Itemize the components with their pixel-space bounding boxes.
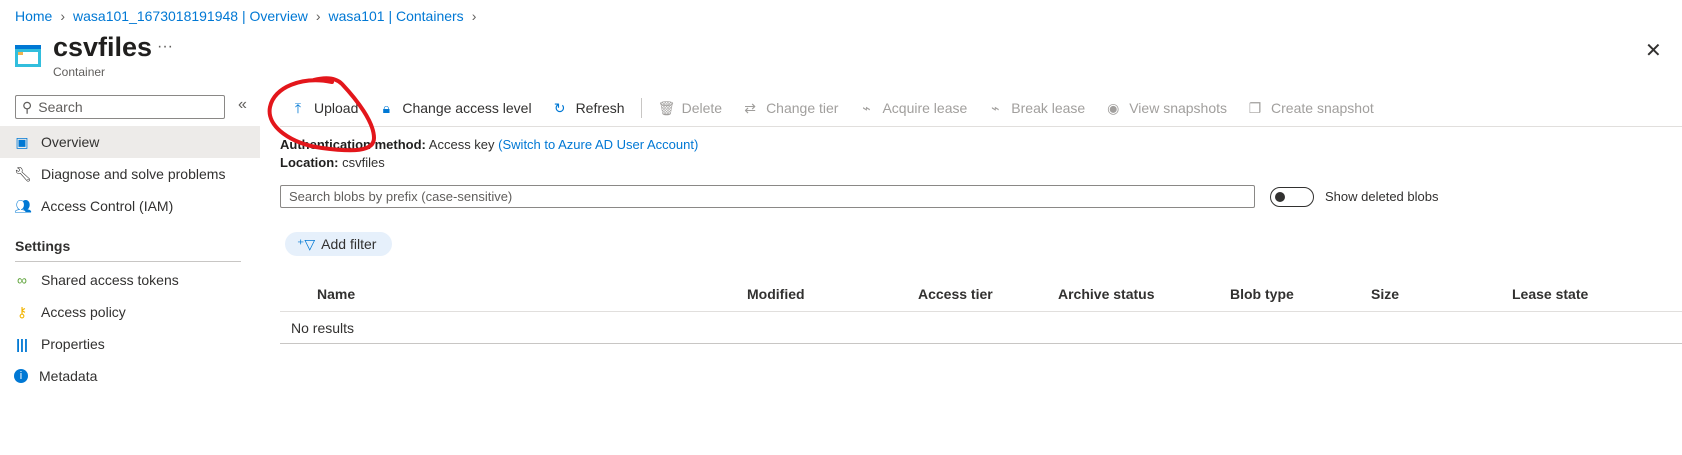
delete-button[interactable]: 🗑︎ Delete — [648, 96, 732, 120]
empty-message: No results — [291, 320, 355, 336]
overview-icon: ▣ — [15, 133, 29, 150]
label: Change tier — [766, 100, 839, 116]
properties-icon: ||| — [16, 336, 28, 352]
label: Acquire lease — [882, 100, 968, 116]
change-tier-button[interactable]: ⇄ Change tier — [732, 96, 848, 120]
label: Overview — [41, 134, 100, 150]
show-deleted-label: Show deleted blobs — [1325, 189, 1439, 204]
page-subtitle: Container — [53, 65, 106, 79]
breadcrumb-home[interactable]: Home — [15, 8, 52, 24]
swap-icon: ⇄ — [744, 99, 756, 116]
key-icon: ⚷ — [16, 303, 28, 320]
label: Shared access tokens — [41, 272, 179, 288]
close-button[interactable]: ✕ — [1645, 38, 1662, 63]
column-header-modified[interactable]: Modified — [747, 286, 805, 302]
unplug-icon: ⌁ — [991, 99, 1000, 116]
table-divider — [280, 343, 1682, 344]
label: Properties — [41, 336, 105, 352]
wrench-icon: 🔧︎ — [14, 165, 32, 182]
breadcrumb-containers[interactable]: wasa101 | Containers — [329, 8, 464, 24]
column-header-archive-status[interactable]: Archive status — [1058, 286, 1154, 302]
view-snapshots-button[interactable]: ◉ View snapshots — [1095, 96, 1237, 120]
sidebar-nav: ▣ Overview 🔧︎ Diagnose and solve problems … — [0, 126, 260, 222]
acquire-lease-button[interactable]: ⌁ Acquire lease — [848, 96, 977, 120]
toolbar-divider — [280, 126, 1682, 127]
sidebar-item-properties[interactable]: ||| Properties — [0, 328, 260, 360]
link-icon: ∞ — [17, 272, 27, 288]
blob-search-input[interactable]: Search blobs by prefix (case-sensitive) — [280, 185, 1255, 208]
label: View snapshots — [1129, 100, 1228, 116]
eye-icon: ◉ — [1107, 99, 1120, 116]
label: Refresh — [575, 100, 625, 116]
label: Delete — [681, 100, 723, 116]
label: Metadata — [39, 368, 98, 384]
label: Access Control (IAM) — [41, 198, 174, 214]
label: Break lease — [1011, 100, 1086, 116]
divider — [15, 261, 241, 262]
label: Add filter — [321, 236, 377, 252]
column-header-blob-type[interactable]: Blob type — [1230, 286, 1294, 302]
chevron-right-icon: › — [60, 8, 66, 24]
label: Create snapshot — [1271, 100, 1374, 116]
sidebar-search-input[interactable]: ⚲ Search — [15, 95, 225, 119]
filter-add-icon: ⁺▽ — [297, 235, 316, 252]
create-snapshot-button[interactable]: ❐ Create snapshot — [1237, 96, 1384, 120]
red-annotation-circle — [267, 76, 377, 153]
sidebar-item-overview[interactable]: ▣ Overview — [0, 126, 260, 158]
sidebar-item-iam[interactable]: 👥︎ Access Control (IAM) — [0, 190, 260, 222]
more-options-button[interactable]: ··· — [157, 38, 173, 56]
people-icon: 👥︎ — [14, 197, 32, 214]
breadcrumb: Home › wasa101_1673018191948 | Overview › … — [15, 8, 476, 24]
page-title: csvfiles — [53, 32, 153, 62]
sidebar-item-access-policy[interactable]: ⚷ Access policy — [0, 296, 260, 328]
refresh-button[interactable]: ↻ Refresh — [542, 96, 635, 120]
chevron-right-icon: › — [471, 8, 477, 24]
collapse-sidebar-button[interactable]: « — [238, 96, 247, 114]
plug-icon: ⌁ — [862, 99, 871, 116]
column-header-size[interactable]: Size — [1371, 286, 1399, 302]
toolbar: ⤒ Upload 🔒︎ Change access level ↻ Refresh 🗑… — [280, 96, 1384, 120]
column-header-access-tier[interactable]: Access tier — [918, 286, 993, 302]
label: Change access level — [402, 100, 532, 116]
trash-icon: 🗑︎ — [657, 99, 676, 116]
info-icon: i — [14, 369, 28, 383]
breadcrumb-account[interactable]: wasa101_1673018191948 | Overview — [73, 8, 308, 24]
show-deleted-toggle[interactable] — [1270, 187, 1314, 207]
column-header-name[interactable]: Name — [317, 286, 355, 302]
column-header-lease-state[interactable]: Lease state — [1512, 286, 1588, 302]
sidebar-item-metadata[interactable]: i Metadata — [0, 360, 260, 392]
sidebar-item-shared-access-tokens[interactable]: ∞ Shared access tokens — [0, 264, 260, 296]
label: Diagnose and solve problems — [41, 166, 226, 182]
add-filter-button[interactable]: ⁺▽ Add filter — [285, 232, 392, 256]
settings-heading: Settings — [15, 238, 71, 254]
divider — [640, 98, 642, 118]
switch-auth-link[interactable]: (Switch to Azure AD User Account) — [498, 137, 698, 152]
sidebar-settings: ∞ Shared access tokens ⚷ Access policy |||… — [0, 264, 260, 392]
search-icon: ⚲ — [22, 98, 33, 115]
break-lease-button[interactable]: ⌁ Break lease — [977, 96, 1095, 120]
table-divider — [280, 311, 1682, 312]
snapshot-icon: ❐ — [1248, 99, 1262, 116]
refresh-icon: ↻ — [553, 99, 566, 116]
placeholder: Search blobs by prefix (case-sensitive) — [289, 189, 513, 204]
container-icon — [15, 45, 41, 67]
change-access-level-button[interactable]: 🔒︎ Change access level — [368, 96, 541, 120]
label: Access policy — [41, 304, 126, 320]
search-placeholder: Search — [38, 99, 83, 115]
auth-value: Access key — [428, 137, 495, 152]
chevron-right-icon: › — [315, 8, 321, 24]
sidebar-item-diagnose[interactable]: 🔧︎ Diagnose and solve problems — [0, 158, 260, 190]
